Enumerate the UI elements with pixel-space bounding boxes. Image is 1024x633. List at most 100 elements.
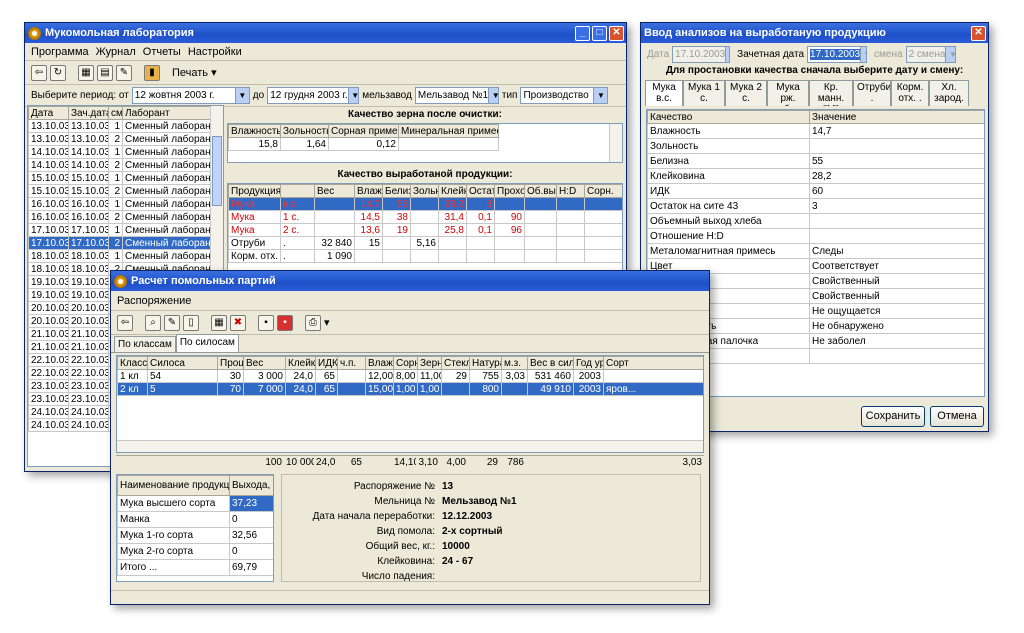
close-icon[interactable]: ✕ bbox=[971, 25, 986, 41]
quality-value[interactable]: 55 bbox=[809, 153, 984, 169]
quality-value[interactable]: 60 bbox=[809, 183, 984, 199]
mill-select[interactable]: Мельзавод №1 ▼ bbox=[414, 87, 499, 104]
batch-col-header[interactable]: Класс bbox=[117, 356, 148, 370]
grain-quality-grid[interactable]: Влажность Зольность Сорная примесь Минер… bbox=[227, 123, 623, 163]
table-row[interactable]: 14.10.03 14.10.03 1 Сменный лаборант bbox=[28, 145, 213, 159]
batch-col-header[interactable]: Силоса bbox=[147, 356, 218, 370]
batch-col-header[interactable]: Влажн. bbox=[365, 356, 394, 370]
menu-program[interactable]: Программа bbox=[31, 46, 89, 58]
save-icon[interactable]: ▪ bbox=[258, 314, 274, 331]
table-row[interactable]: 16.10.03 16.10.03 1 Сменный лаборант bbox=[28, 197, 213, 211]
table-row[interactable]: Белизна 55 bbox=[647, 153, 984, 169]
minimize-icon[interactable]: _ bbox=[575, 25, 590, 41]
batch-col-header[interactable]: Стекл. bbox=[441, 356, 470, 370]
quality-value[interactable] bbox=[809, 348, 984, 364]
close-icon[interactable]: ✕ bbox=[609, 25, 624, 41]
table-row[interactable]: Объемный выход хлеба bbox=[647, 213, 984, 229]
cancel-button[interactable]: Отмена bbox=[930, 406, 984, 427]
quality-value[interactable]: Не заболел bbox=[809, 333, 984, 349]
quality-value[interactable]: Следы bbox=[809, 243, 984, 259]
table-row[interactable]: Манка 0 bbox=[117, 511, 273, 528]
date-from-picker[interactable]: 12 жовтня 2003 г. ▼ bbox=[131, 87, 250, 104]
tab-product-7[interactable]: Корм. отх. . bbox=[891, 80, 929, 106]
batch-col-header[interactable]: Зерн. bbox=[417, 356, 442, 370]
table-row[interactable]: Мука 1 с. 14,5 38 31,4 0,1 90 bbox=[228, 210, 622, 224]
quality-value[interactable]: Не ощущается bbox=[809, 303, 984, 319]
batch-col-header[interactable]: Проц. bbox=[217, 356, 244, 370]
table-row[interactable]: 14.10.03 14.10.03 2 Сменный лаборант bbox=[28, 158, 213, 172]
journal-col-shift[interactable]: см. bbox=[108, 106, 123, 120]
tab-product-4[interactable]: Мука рж. обд. bbox=[767, 80, 809, 106]
grain-scrollbar[interactable] bbox=[609, 124, 622, 162]
table-row[interactable]: Итого ... 69,79 bbox=[117, 559, 273, 576]
print-button[interactable]: Печать ▾ bbox=[172, 66, 217, 79]
chevron-down-icon[interactable]: ▼ bbox=[860, 46, 867, 62]
table-row[interactable]: ИДК 60 bbox=[647, 183, 984, 199]
menu-reports[interactable]: Отчеты bbox=[143, 46, 181, 58]
journal-col-assistant[interactable]: Лаборант bbox=[122, 106, 213, 120]
tools-icon[interactable]: ✎ bbox=[116, 64, 132, 81]
edit-icon[interactable]: ✎ bbox=[164, 314, 180, 331]
table-row[interactable]: 15.10.03 15.10.03 1 Сменный лаборант bbox=[28, 171, 213, 185]
type-select[interactable]: Производство ▼ bbox=[520, 87, 609, 104]
grid-edit-icon[interactable]: ▤ bbox=[97, 64, 113, 81]
quality-value[interactable]: Свойственный bbox=[809, 273, 984, 289]
quality-value[interactable] bbox=[809, 213, 984, 229]
table-row[interactable]: 2 кл 5 70 7 000 24,0 65 15,00 1,00 1,00 800 49 910… bbox=[117, 382, 703, 396]
refresh-icon[interactable]: ↻ bbox=[50, 64, 66, 81]
table-row[interactable]: Мука 1-го сорта 32,56 bbox=[117, 527, 273, 544]
batch-col-header[interactable]: ч.п. bbox=[337, 356, 366, 370]
batch-col-header[interactable]: Сорн. bbox=[393, 356, 418, 370]
printer-chevron-icon[interactable]: ▾ bbox=[324, 316, 330, 329]
chevron-down-icon[interactable]: ▼ bbox=[234, 88, 249, 103]
quality-value[interactable]: Свойственный bbox=[809, 288, 984, 304]
output-yield[interactable]: 69,79 bbox=[229, 559, 273, 576]
exit-icon[interactable]: ⇦ bbox=[117, 314, 133, 331]
batch-col-header[interactable]: Сорт bbox=[603, 356, 703, 370]
table-row[interactable]: 17.10.03 17.10.03 1 Сменный лаборант bbox=[28, 223, 213, 237]
table-row[interactable]: Корм. отх.. 1 090 bbox=[228, 249, 622, 263]
table-row[interactable]: Остаток на сите 43 3 bbox=[647, 198, 984, 214]
menu-settings[interactable]: Настройки bbox=[188, 46, 242, 58]
table-row[interactable]: Отруби. 32 840 15 5,16 bbox=[228, 236, 622, 250]
grid-add-icon[interactable]: ▦ bbox=[78, 64, 94, 81]
batch-col-header[interactable]: Натура bbox=[469, 356, 502, 370]
tab-by-class[interactable]: По классам bbox=[114, 336, 176, 352]
database-icon[interactable]: ▮ bbox=[144, 64, 160, 81]
table-row[interactable]: 18.10.03 18.10.03 1 Сменный лаборант bbox=[28, 249, 213, 263]
table-row[interactable]: Мука высшего сорта 37,23 bbox=[117, 495, 273, 512]
quality-value[interactable]: 3 bbox=[809, 198, 984, 214]
tab-product-3[interactable]: Мука 2 с. bbox=[725, 80, 767, 106]
table-row[interactable]: Мука в.с. 14,7 55 28,2 3 bbox=[228, 197, 622, 211]
save-button[interactable]: Сохранить bbox=[861, 406, 925, 427]
save-red-icon[interactable]: ▪ bbox=[277, 314, 293, 331]
table-row[interactable]: Клейковина 28,2 bbox=[647, 168, 984, 184]
table-row[interactable]: 16.10.03 16.10.03 2 Сменный лаборант bbox=[28, 210, 213, 224]
tab-product-5[interactable]: Кр. манн. "М" bbox=[809, 80, 853, 106]
quality-value[interactable] bbox=[809, 138, 984, 154]
batch-window-titlebar[interactable]: Расчет помольных партий bbox=[111, 271, 709, 291]
table-row[interactable]: Зольность bbox=[647, 138, 984, 154]
chevron-down-icon[interactable]: ▼ bbox=[488, 88, 498, 103]
batch-grid[interactable]: КлассСилосаПроц.ВесКлейк.ИДКч.п.Влажн.Со… bbox=[116, 355, 704, 453]
document-icon[interactable]: ▯ bbox=[183, 314, 199, 331]
quality-value[interactable]: 14,7 bbox=[809, 123, 984, 139]
chevron-down-icon[interactable]: ▼ bbox=[347, 88, 359, 103]
batch-col-header[interactable]: Вес bbox=[243, 356, 286, 370]
chevron-down-icon[interactable]: ▼ bbox=[593, 88, 608, 103]
grain-mineral-value[interactable] bbox=[398, 137, 499, 151]
printer-icon[interactable]: ⎙ bbox=[305, 314, 321, 331]
quality-value[interactable] bbox=[809, 228, 984, 244]
tab-product-1[interactable]: Мука в.с. bbox=[645, 80, 683, 106]
menu-journal[interactable]: Журнал bbox=[96, 46, 136, 58]
grain-weed-value[interactable]: 0,12 bbox=[328, 137, 399, 151]
maximize-icon[interactable]: □ bbox=[592, 25, 607, 41]
table-row[interactable]: Влажность 14,7 bbox=[647, 123, 984, 139]
tab-product-8[interactable]: Хл. зарод. . bbox=[929, 80, 969, 106]
menu-order[interactable]: Распоряжение bbox=[117, 295, 191, 307]
delete-icon[interactable]: ✖ bbox=[230, 314, 246, 331]
tab-by-silo[interactable]: По силосам bbox=[175, 334, 239, 352]
credit-date-select[interactable]: 17.10.2003▼ bbox=[807, 45, 868, 63]
grain-ash-value[interactable]: 1,64 bbox=[280, 137, 329, 151]
batch-col-header[interactable]: ИДК bbox=[315, 356, 338, 370]
